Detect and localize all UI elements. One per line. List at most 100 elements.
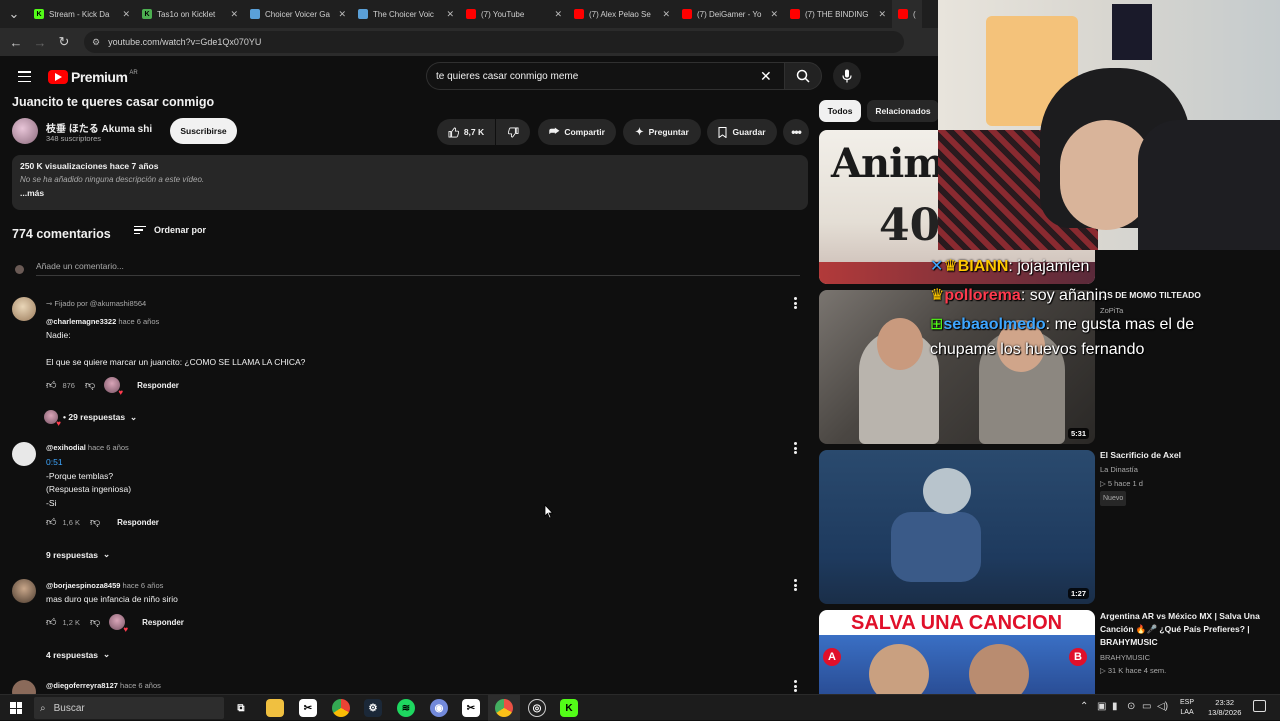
close-icon[interactable]: ✕ bbox=[338, 9, 346, 20]
comment-author[interactable]: @exihodial bbox=[46, 443, 86, 452]
like-button[interactable]: 8,7 K bbox=[437, 119, 495, 145]
browser-tab-6[interactable]: (7) Alex Pelao Se ✕ bbox=[568, 0, 676, 28]
thumbs-down-icon[interactable]: 👎︎ bbox=[90, 616, 100, 628]
volume-icon[interactable]: ◁) bbox=[1157, 701, 1168, 712]
thumbs-up-icon[interactable]: 👍︎ bbox=[46, 616, 56, 628]
chip-all[interactable]: Todos bbox=[819, 100, 861, 122]
video-title[interactable]: ...S DE MOMO TILTEADO bbox=[1100, 289, 1276, 302]
video-channel[interactable]: La Dinastía bbox=[1100, 463, 1138, 476]
notifications-icon[interactable] bbox=[1253, 700, 1266, 712]
close-icon[interactable]: ✕ bbox=[878, 9, 886, 20]
comment-avatar[interactable] bbox=[12, 579, 36, 603]
voice-search-button[interactable] bbox=[833, 62, 861, 90]
view-replies-button[interactable]: 9 respuestas ⌄ bbox=[46, 549, 110, 560]
reply-button[interactable]: Responder bbox=[137, 381, 179, 390]
system-clock[interactable]: 23:32 13/8/2026 bbox=[1208, 698, 1241, 718]
discord-icon[interactable]: ◉ bbox=[430, 699, 448, 717]
capcut-icon[interactable]: ✂ bbox=[299, 699, 317, 717]
search-input[interactable]: te quieres casar conmigo meme bbox=[426, 62, 784, 90]
comment-avatar[interactable] bbox=[12, 297, 36, 321]
browser-tab-8[interactable]: (7) THE BINDING ✕ bbox=[784, 0, 892, 28]
thumbs-up-icon[interactable]: 👍︎ bbox=[46, 516, 56, 528]
language-indicator[interactable]: ESP LAA bbox=[1180, 698, 1194, 718]
network-icon[interactable]: ▭ bbox=[1142, 701, 1151, 712]
chip-related[interactable]: Relacionados bbox=[867, 100, 939, 122]
video-thumbnail[interactable]: 1:27 bbox=[819, 450, 1095, 604]
thumbs-down-icon[interactable]: 👎︎ bbox=[85, 379, 95, 391]
obs-icon[interactable]: ◎ bbox=[528, 699, 546, 717]
view-replies-button[interactable]: • 29 respuestas ⌄ bbox=[44, 410, 137, 428]
channel-name[interactable]: 枝垂 ほたる Akuma shi bbox=[46, 120, 152, 135]
sort-comments-button[interactable]: Ordenar por bbox=[134, 225, 206, 235]
comment-author[interactable]: @charlemagne3322 bbox=[46, 317, 116, 326]
windows-start-icon[interactable] bbox=[10, 702, 22, 714]
task-view-icon[interactable]: ⧉ bbox=[232, 699, 250, 717]
close-icon[interactable]: ✕ bbox=[770, 9, 778, 20]
ask-button[interactable]: ✦ Preguntar bbox=[623, 119, 701, 145]
thumbs-down-icon[interactable]: 👎︎ bbox=[90, 516, 100, 528]
reply-button[interactable]: Responder bbox=[142, 618, 184, 627]
close-icon[interactable]: ✕ bbox=[554, 9, 562, 20]
close-icon[interactable]: ✕ bbox=[230, 9, 238, 20]
tray-icon[interactable]: ⊙ bbox=[1127, 701, 1135, 712]
show-more-link[interactable]: ...más bbox=[20, 188, 800, 198]
comment-menu-icon[interactable] bbox=[790, 679, 800, 693]
taskbar-search[interactable]: ⌕ Buscar bbox=[34, 697, 224, 719]
video-title[interactable]: El Sacrificio de Axel bbox=[1100, 449, 1276, 462]
comment-menu-icon[interactable] bbox=[790, 578, 800, 592]
browser-tab-3[interactable]: Choicer Voicer Ga ✕ bbox=[244, 0, 352, 28]
address-bar[interactable]: ⚙ youtube.com/watch?v=Gde1Qx070YU bbox=[84, 31, 904, 53]
close-icon[interactable]: ✕ bbox=[122, 9, 130, 20]
comment-menu-icon[interactable] bbox=[790, 441, 800, 455]
browser-tab-4[interactable]: The Choicer Voic ✕ bbox=[352, 0, 460, 28]
comment-author[interactable]: @borjaespinoza8459 bbox=[46, 581, 120, 590]
video-thumbnail[interactable]: SALVA UNA CANCION A B bbox=[819, 610, 1095, 694]
channel-avatar[interactable] bbox=[12, 118, 38, 144]
browser-tab-1[interactable]: K Stream - Kick Da ✕ bbox=[28, 0, 136, 28]
share-button[interactable]: ⮫ Compartir bbox=[538, 119, 616, 145]
comment-time[interactable]: hace 6 años bbox=[123, 581, 164, 590]
view-replies-button[interactable]: 4 respuestas ⌄ bbox=[46, 649, 110, 660]
browser-tab-7[interactable]: (7) DeiGamer - Yo ✕ bbox=[676, 0, 784, 28]
browser-tab-5[interactable]: (7) YouTube ✕ bbox=[460, 0, 568, 28]
tray-icon[interactable]: ▮ bbox=[1112, 701, 1118, 712]
close-icon[interactable]: ✕ bbox=[446, 9, 454, 20]
tray-chevron-icon[interactable]: ⌃ bbox=[1080, 701, 1088, 712]
video-description[interactable]: 250 K visualizaciones hace 7 años No se … bbox=[12, 155, 808, 210]
comment-author[interactable]: @diegoferreyra8127 bbox=[46, 681, 118, 690]
browser-tab-9[interactable]: (7 bbox=[892, 0, 922, 28]
dislike-button[interactable] bbox=[496, 119, 530, 145]
back-icon[interactable]: ← bbox=[4, 30, 28, 54]
steam-icon[interactable]: ⚙ bbox=[364, 699, 382, 717]
tab-list-chevron-icon[interactable]: ⌄ bbox=[0, 2, 28, 26]
forward-icon[interactable]: → bbox=[28, 30, 52, 54]
comment-avatar[interactable] bbox=[12, 442, 36, 466]
close-icon[interactable]: ✕ bbox=[662, 9, 670, 20]
browser-tab-2[interactable]: K Tas1o on Kicklet ✕ bbox=[136, 0, 244, 28]
timestamp-link[interactable]: 0:51 bbox=[46, 456, 131, 470]
capcut-icon[interactable]: ✂ bbox=[462, 699, 480, 717]
comment-time[interactable]: hace 6 años bbox=[120, 681, 161, 690]
comment-menu-icon[interactable] bbox=[790, 296, 800, 310]
file-explorer-icon[interactable] bbox=[266, 699, 284, 717]
reload-icon[interactable]: ↻ bbox=[52, 30, 76, 54]
video-title[interactable]: Argentina AR vs México MX | Salva Una Ca… bbox=[1100, 610, 1270, 649]
hamburger-menu-icon[interactable] bbox=[18, 71, 31, 82]
add-comment-input[interactable]: Añade un comentario... bbox=[36, 261, 124, 271]
search-button[interactable] bbox=[784, 62, 822, 90]
thumbs-up-icon[interactable]: 👍︎ bbox=[46, 379, 56, 391]
comment-time[interactable]: hace 6 años bbox=[118, 317, 159, 326]
spotify-icon[interactable]: ≋ bbox=[397, 699, 415, 717]
tray-icon[interactable]: ▣ bbox=[1097, 701, 1106, 712]
chrome-icon[interactable] bbox=[332, 699, 350, 717]
reply-button[interactable]: Responder bbox=[117, 518, 159, 527]
video-channel[interactable]: BRAHYMUSIC bbox=[1100, 651, 1150, 664]
subscribe-button[interactable]: Suscribirse bbox=[170, 118, 237, 144]
comment-time[interactable]: hace 6 años bbox=[88, 443, 129, 452]
kick-icon[interactable]: K bbox=[560, 699, 578, 717]
clear-search-icon[interactable]: ✕ bbox=[760, 68, 772, 85]
more-actions-button[interactable]: ••• bbox=[783, 119, 809, 145]
site-info-icon[interactable]: ⚙ bbox=[92, 37, 100, 48]
save-button[interactable]: Guardar bbox=[707, 119, 777, 145]
youtube-premium-logo[interactable]: Premium AR bbox=[48, 69, 138, 85]
